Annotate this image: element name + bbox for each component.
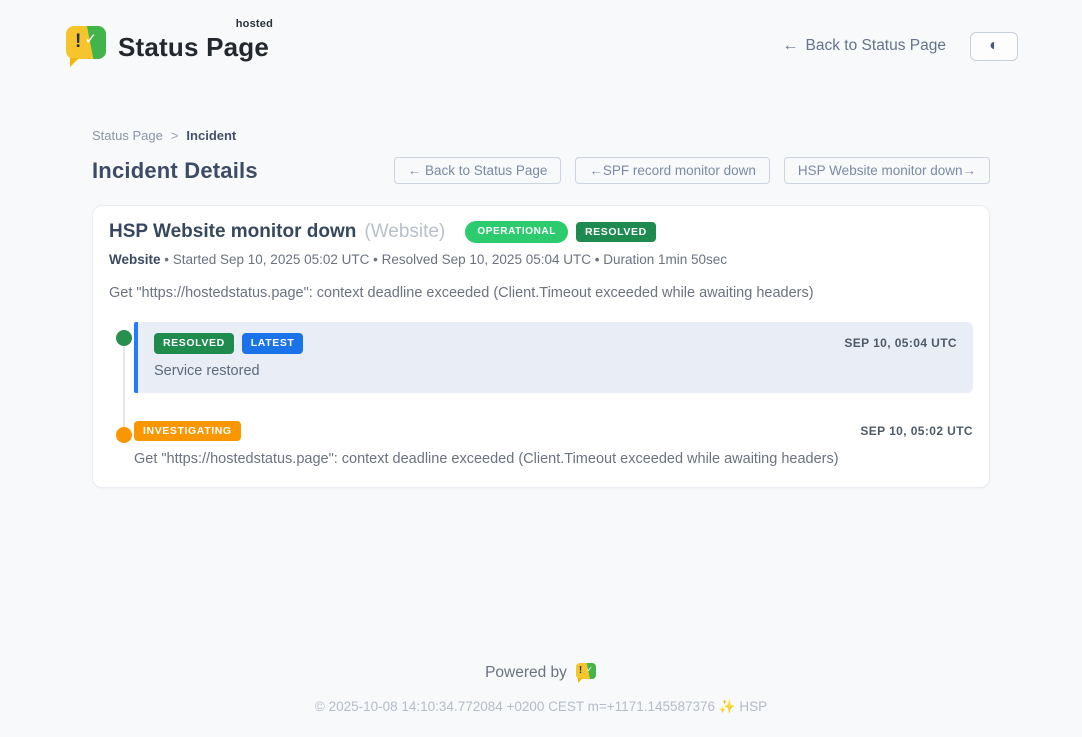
brand-wordmark: Status Pagehosted (118, 24, 269, 63)
page-footer: Powered by ! ✓ © 2025-10-08 14:10:34.772… (0, 662, 1082, 737)
arrow-left-icon: ← (783, 37, 799, 55)
back-to-status-page-button[interactable]: ← Back to Status Page (394, 157, 562, 184)
exclamation-glyph: ! (579, 665, 582, 676)
breadcrumb-incident: Incident (186, 128, 236, 143)
prev-incident-button[interactable]: ←SPF record monitor down (575, 157, 770, 184)
next-incident-button[interactable]: HSP Website monitor down→ (784, 157, 990, 184)
resolved-badge: RESOLVED (576, 222, 656, 243)
incident-card: HSP Website monitor down (Website) OPERA… (92, 205, 990, 488)
copyright-text: © 2025-10-08 14:10:34.772084 +0200 CEST … (0, 699, 1082, 715)
breadcrumb-separator: > (171, 128, 179, 143)
timeline-dot-investigating (116, 427, 132, 443)
timeline-message: Get "https://hostedstatus.page": context… (134, 451, 973, 467)
brand-superscript: hosted (236, 18, 273, 30)
statuspage-logo[interactable]: ! ✓ Status Pagehosted (64, 24, 269, 68)
timeline-card-latest: RESOLVED LATEST SEP 10, 05:04 UTC Servic… (134, 322, 973, 393)
timeline-timestamp: SEP 10, 05:04 UTC (844, 336, 957, 350)
contrast-icon: ◐ (989, 38, 999, 54)
incident-title: HSP Website monitor down (109, 221, 356, 243)
incident-card-header: HSP Website monitor down (Website) OPERA… (109, 221, 973, 243)
timeline-timestamp: SEP 10, 05:02 UTC (860, 424, 973, 438)
theme-toggle-button[interactable]: ◐ (970, 32, 1018, 61)
breadcrumb-status-page[interactable]: Status Page (92, 128, 163, 143)
powered-by-label: Powered by (485, 664, 567, 682)
statuspage-logo-icon-small[interactable]: ! ✓ (576, 662, 597, 683)
incident-meta: Website • Started Sep 10, 2025 05:02 UTC… (109, 252, 973, 267)
powered-by: Powered by ! ✓ (0, 662, 1082, 683)
main-content: Status Page > Incident Incident Details … (92, 76, 990, 488)
statuspage-logo-icon: ! ✓ (64, 24, 108, 68)
timeline-dot-resolved (116, 330, 132, 346)
timeline-investigating-badge: INVESTIGATING (134, 421, 241, 442)
header-actions: ← Back to Status Page ◐ (783, 32, 1018, 61)
timeline-item-investigating: INVESTIGATING SEP 10, 05:02 UTC Get "htt… (109, 421, 973, 468)
exclamation-glyph: ! (75, 31, 81, 53)
incident-meta-component: Website (109, 252, 161, 267)
operational-badge: OPERATIONAL (465, 221, 568, 243)
checkmark-glyph: ✓ (586, 665, 593, 674)
incident-component: (Website) (364, 221, 445, 243)
back-link-label: Back to Status Page (806, 37, 946, 55)
page-title: Incident Details (92, 158, 258, 184)
app-header: ! ✓ Status Pagehosted ← Back to Status P… (64, 0, 1018, 76)
incident-nav-buttons: ← Back to Status Page ←SPF record monito… (394, 157, 990, 184)
back-to-status-page-link[interactable]: ← Back to Status Page (783, 37, 946, 55)
title-row: Incident Details ← Back to Status Page ←… (92, 157, 990, 184)
timeline-resolved-badge: RESOLVED (154, 333, 234, 354)
checkmark-glyph: ✓ (84, 30, 97, 48)
timeline-message: Service restored (154, 363, 957, 379)
incident-description: Get "https://hostedstatus.page": context… (109, 285, 973, 301)
breadcrumb: Status Page > Incident (92, 128, 990, 143)
incident-timeline: RESOLVED LATEST SEP 10, 05:04 UTC Servic… (109, 322, 973, 467)
incident-meta-details: • Started Sep 10, 2025 05:02 UTC • Resol… (161, 252, 728, 267)
timeline-item-resolved: RESOLVED LATEST SEP 10, 05:04 UTC Servic… (109, 322, 973, 393)
timeline-latest-badge: LATEST (242, 333, 304, 354)
